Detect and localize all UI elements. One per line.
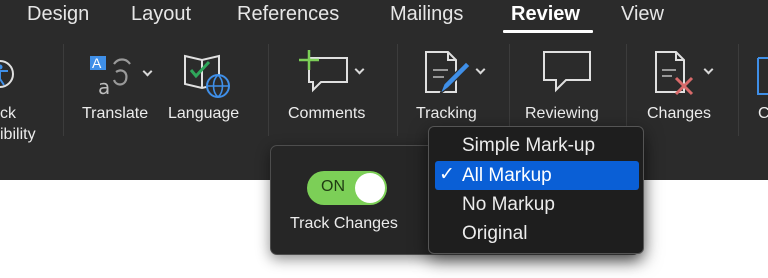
accessibility-label-line2: ibility (0, 126, 36, 143)
tab-mailings[interactable]: Mailings (390, 3, 463, 26)
ribbon-tabs: Design Layout References Mailings Review… (0, 0, 768, 34)
tracking-pen-icon (425, 51, 471, 96)
accessibility-icon (0, 60, 14, 88)
comments-button[interactable]: Comments (285, 48, 380, 148)
toggle-on-text: ON (321, 178, 345, 195)
tab-view[interactable]: View (621, 3, 664, 26)
group-divider (738, 44, 739, 136)
tab-layout[interactable]: Layout (131, 3, 191, 26)
changes-label: Changes (647, 105, 712, 122)
toggle-knob (355, 173, 385, 203)
svg-text:A: A (92, 55, 102, 71)
menu-item-label: No Markup (462, 194, 555, 215)
tracking-label: Tracking (416, 105, 477, 122)
tab-review[interactable]: Review (511, 3, 580, 26)
comment-add-icon (299, 50, 348, 93)
changes-chevron-down-icon (703, 64, 714, 75)
menu-item-original[interactable]: Original (435, 219, 639, 248)
track-changes-toggle[interactable]: ON (307, 171, 387, 205)
translate-icon: A a (90, 55, 131, 98)
changes-button[interactable]: Changes (640, 48, 725, 148)
menu-item-label: All Markup (462, 165, 552, 186)
active-tab-indicator (503, 30, 593, 33)
language-label: Language (168, 105, 240, 122)
track-changes-label: Track Changes (290, 215, 398, 232)
menu-item-simple-markup[interactable]: Simple Mark-up (435, 131, 639, 160)
translate-button[interactable]: A a Translate (82, 48, 162, 148)
language-button[interactable]: Language (168, 48, 250, 148)
comments-chevron-down-icon (354, 64, 365, 75)
changes-reject-icon (655, 51, 694, 96)
svg-text:a: a (98, 75, 110, 98)
menu-item-all-markup[interactable]: ✓ All Markup (435, 161, 639, 190)
language-icon (184, 54, 230, 99)
check-accessibility-button[interactable]: ck ibility (0, 48, 50, 148)
comments-label: Comments (288, 105, 366, 122)
menu-item-no-markup[interactable]: No Markup (435, 190, 639, 219)
reviewing-label: Reviewing (525, 105, 599, 122)
partial-label: C (758, 105, 768, 122)
markup-view-menu: Simple Mark-up ✓ All Markup No Markup Or… (428, 126, 644, 254)
accessibility-label-line1: ck (0, 105, 16, 122)
tab-references[interactable]: References (237, 3, 339, 26)
group-divider (268, 44, 269, 136)
reviewing-bubble-icon (543, 51, 591, 93)
group-divider (626, 44, 627, 136)
menu-item-label: Original (462, 223, 528, 244)
partial-ribbon-button[interactable]: C (750, 48, 768, 148)
group-divider (63, 44, 64, 136)
group-divider (397, 44, 398, 136)
tab-design[interactable]: Design (27, 3, 89, 26)
checkmark-icon: ✓ (439, 164, 455, 185)
translate-chevron-down-icon (142, 66, 153, 77)
menu-item-label: Simple Mark-up (462, 135, 596, 156)
group-divider (509, 44, 510, 136)
tracking-chevron-down-icon (475, 64, 486, 75)
partial-icon (757, 57, 768, 95)
translate-label: Translate (82, 105, 149, 122)
